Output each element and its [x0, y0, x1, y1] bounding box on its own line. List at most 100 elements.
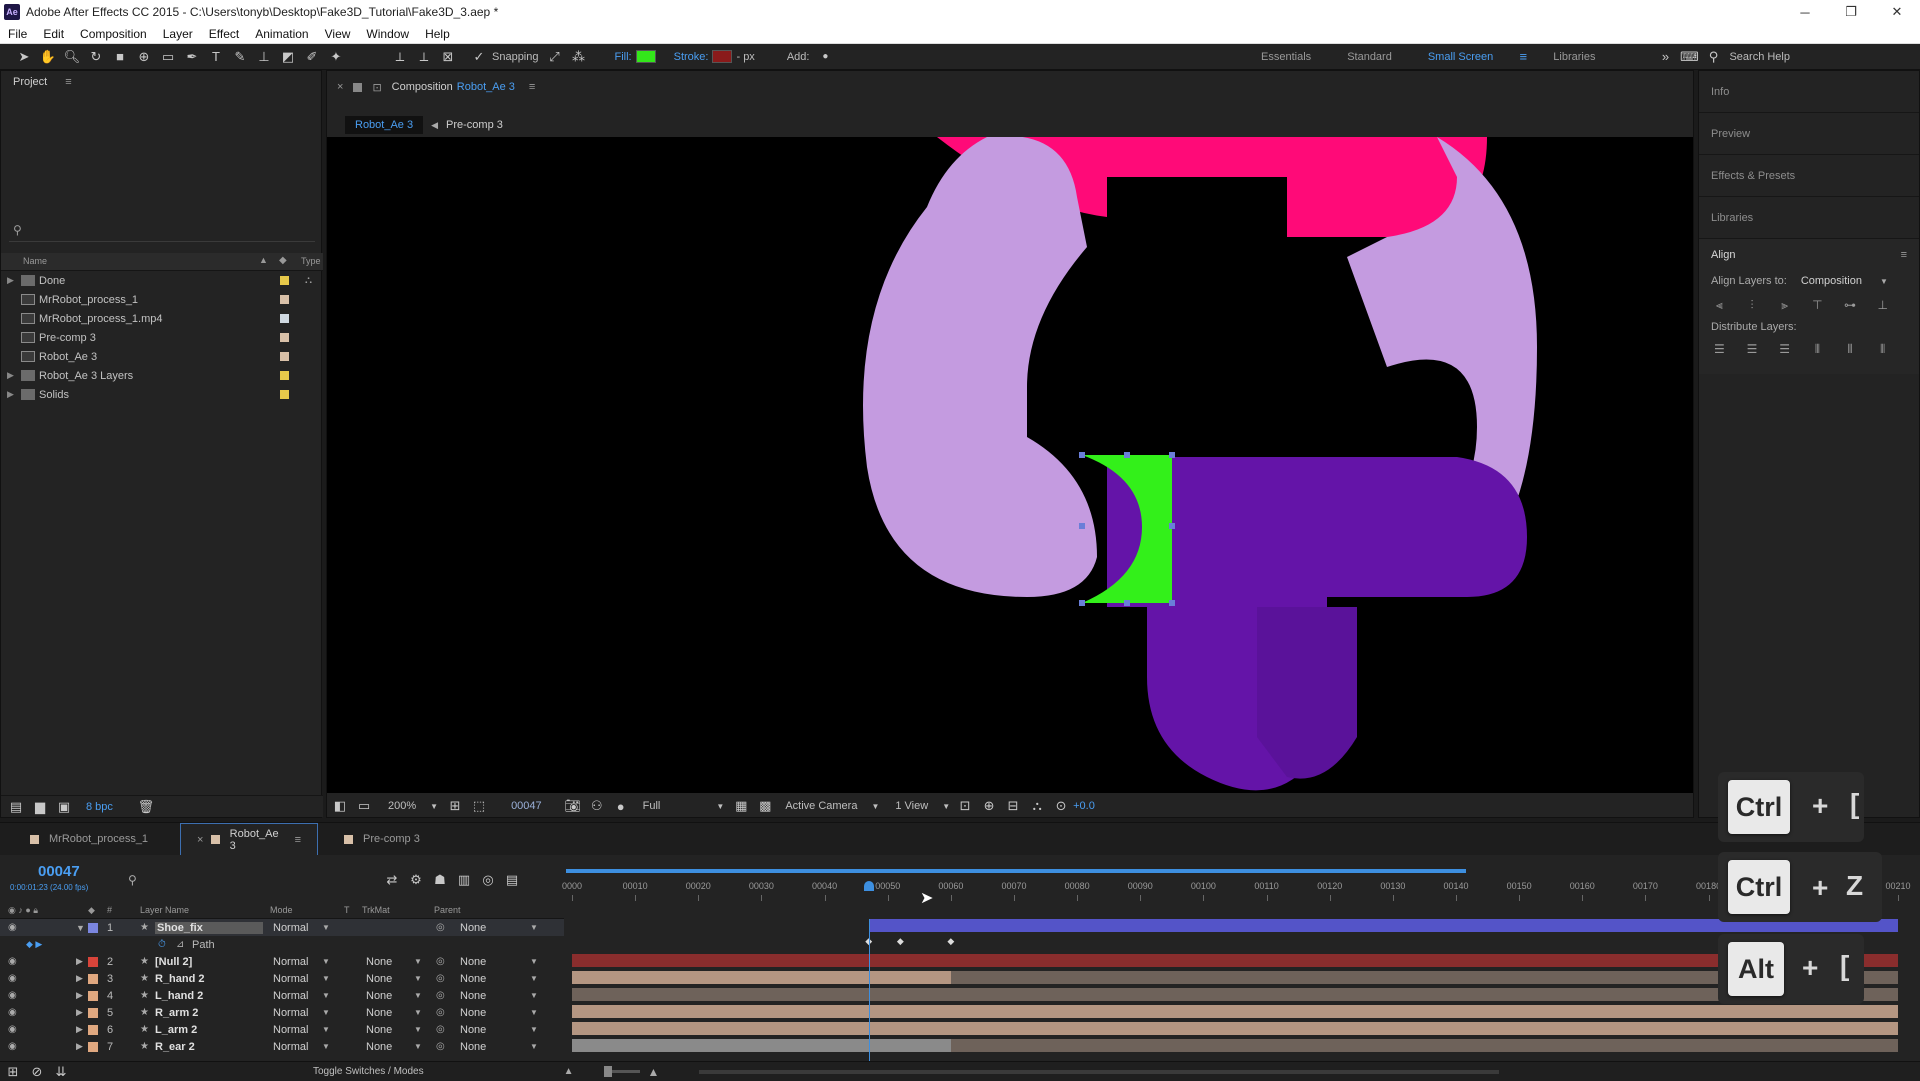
visibility-eye-icon[interactable]: ◉ — [8, 1007, 17, 1018]
panel-menu-icon[interactable]: ≡ — [295, 834, 301, 846]
menu-view[interactable]: View — [317, 27, 359, 41]
comp-mini-flowchart-icon[interactable]: ⇄ — [383, 871, 401, 889]
dropdown-arrow-icon[interactable]: ▼ — [530, 1042, 538, 1051]
pan-behind-tool-icon[interactable]: ⊕ — [135, 48, 153, 66]
bit-depth-button[interactable]: 8 bpc — [86, 801, 113, 813]
layer-expand-arrow-icon[interactable]: ▶ — [76, 1024, 83, 1035]
label-color-chip[interactable] — [280, 371, 289, 380]
distribute-horizontal-center-icon[interactable]: ⦀ — [1842, 341, 1859, 357]
layer-expand-arrow-icon[interactable]: ▶ — [76, 990, 83, 1001]
layer-row[interactable]: ◉ ▶ 7 ★ R_ear 2 Normal ▼ None ▼ ◎ None ▼ — [0, 1038, 564, 1055]
label-color-chip[interactable] — [280, 390, 289, 399]
dropdown-arrow-icon[interactable]: ▼ — [530, 974, 538, 983]
visibility-eye-icon[interactable]: ◉ — [8, 1024, 17, 1035]
track-matte-dropdown[interactable]: None — [366, 1024, 392, 1036]
comp-flowchart-icon[interactable]: ⛬ — [1028, 797, 1046, 815]
axis-view-icon[interactable]: ⊠ — [439, 48, 457, 66]
fit-icon[interactable]: ⊞ — [446, 797, 464, 815]
workspace-essentials[interactable]: Essentials — [1243, 51, 1329, 63]
layer-name[interactable]: Shoe_fix — [155, 921, 263, 934]
sync-settings-icon[interactable]: ⌨ — [1680, 48, 1699, 66]
label-color-chip[interactable] — [280, 314, 289, 323]
zoom-tool-icon[interactable]: 🔍︎ — [63, 48, 81, 66]
timeline-tab-mrrobot[interactable]: MrRobot_process_1 — [0, 823, 180, 855]
info-panel-tab[interactable]: Info — [1699, 71, 1919, 113]
track-matte-dropdown[interactable]: None — [366, 956, 392, 968]
keyframe-diamond-icon[interactable]: ◆ — [897, 936, 904, 947]
layer-name-column-label[interactable]: Layer Name — [140, 905, 189, 915]
parent-dropdown[interactable]: None — [460, 1024, 486, 1036]
fast-preview-icon[interactable]: ▦ — [732, 797, 750, 815]
stroke-label[interactable]: Stroke: — [674, 51, 709, 63]
menu-edit[interactable]: Edit — [35, 27, 72, 41]
rotate-tool-icon[interactable]: ↻ — [87, 48, 105, 66]
type-tool-icon[interactable]: T — [207, 48, 225, 66]
layer-row[interactable]: ◉ ▶ 4 ★ L_hand 2 Normal ▼ None ▼ ◎ None ▼ — [0, 987, 564, 1004]
layer-switches-icon[interactable]: ⊞ — [4, 1063, 22, 1081]
layer-label-chip[interactable] — [88, 1024, 98, 1035]
align-right-icon[interactable]: ⫸ — [1776, 297, 1793, 313]
dropdown-arrow-icon[interactable]: ▼ — [530, 1025, 538, 1034]
resolution-value[interactable]: Full — [643, 800, 661, 812]
layer-label-chip[interactable] — [88, 1007, 98, 1018]
name-column-label[interactable]: Name — [23, 256, 47, 266]
roi-icon[interactable]: ⬚ — [470, 797, 488, 815]
blend-mode-dropdown[interactable]: Normal — [273, 1007, 308, 1019]
panel-menu-icon[interactable]: ≡ — [65, 76, 71, 88]
project-search-icon[interactable]: ⚲ — [13, 223, 22, 237]
composition-viewer[interactable] — [327, 137, 1693, 793]
menu-layer[interactable]: Layer — [155, 27, 201, 41]
libraries-panel-tab[interactable]: Libraries — [1699, 197, 1919, 239]
graph-editor-icon[interactable]: ▤ — [503, 871, 521, 889]
dropdown-arrow-icon[interactable]: ▼ — [322, 957, 330, 966]
exposure-reset-icon[interactable]: ⊙ — [1052, 797, 1070, 815]
delete-trash-icon[interactable]: 🗑︎ — [137, 798, 155, 816]
magnification-value[interactable]: 200% — [388, 800, 416, 812]
distribute-bottom-icon[interactable]: ☰ — [1776, 341, 1793, 357]
blend-mode-dropdown[interactable]: Normal — [273, 990, 308, 1002]
layer-expand-arrow-icon[interactable]: ▶ — [76, 1041, 83, 1052]
dropdown-arrow-icon[interactable]: ▼ — [530, 923, 538, 932]
align-bottom-icon[interactable]: ⊥ — [1874, 297, 1891, 313]
workspace-menu-icon[interactable]: ≡ — [1514, 48, 1532, 66]
menu-file[interactable]: File — [0, 27, 35, 41]
camera-value[interactable]: Active Camera — [785, 800, 857, 812]
layer-label-chip[interactable] — [88, 922, 98, 933]
pick-whip-icon[interactable]: ◎ — [436, 956, 445, 967]
dropdown-arrow-icon[interactable]: ▼ — [530, 1008, 538, 1017]
stopwatch-icon[interactable]: ⏱︎ — [158, 939, 166, 950]
parent-dropdown[interactable]: None — [460, 1041, 486, 1053]
close-window-button[interactable]: ✕ — [1874, 0, 1920, 24]
layer-row[interactable]: ◉ ▼ 1 ★ Shoe_fix Normal ▼ ◎ None ▼ — [0, 919, 564, 936]
blend-mode-dropdown[interactable]: Normal — [273, 1024, 308, 1036]
menu-help[interactable]: Help — [417, 27, 458, 41]
stroke-color-swatch[interactable] — [712, 50, 733, 63]
always-preview-icon[interactable]: ◧ — [331, 797, 349, 815]
layer-duration-bar[interactable] — [572, 988, 1898, 1001]
blend-mode-dropdown[interactable]: Normal — [273, 922, 308, 934]
dropdown-arrow-icon[interactable]: ▼ — [414, 1042, 422, 1051]
resolution-dropdown-icon[interactable]: ▼ — [716, 802, 724, 811]
eraser-tool-icon[interactable]: ◩ — [279, 48, 297, 66]
distribute-top-icon[interactable]: ☰ — [1711, 341, 1728, 357]
project-item[interactable]: ▶ Done ⛬ — [1, 271, 323, 290]
pick-whip-icon[interactable]: ◎ — [436, 922, 445, 933]
layer-name[interactable]: L_hand 2 — [155, 990, 203, 1002]
keyframe-nav-icon[interactable]: ◆ ▶ — [26, 939, 42, 950]
minimize-button[interactable]: ─ — [1782, 0, 1828, 24]
project-item[interactable]: Robot_Ae 3 — [1, 347, 323, 366]
project-item[interactable]: Pre-comp 3 — [1, 328, 323, 347]
graph-icon[interactable]: ⊿ — [176, 939, 184, 950]
snapping-checkbox-icon[interactable]: ✓ — [473, 48, 485, 66]
timeline-search-icon[interactable]: ⚲ — [128, 873, 137, 887]
visibility-eye-icon[interactable]: ◉ — [8, 990, 17, 1001]
layer-row[interactable]: ◉ ▶ 3 ★ R_hand 2 Normal ▼ None ▼ ◎ None ▼ — [0, 970, 564, 987]
pick-whip-icon[interactable]: ◎ — [436, 1007, 445, 1018]
project-item[interactable]: ▶ Robot_Ae 3 Layers — [1, 366, 323, 385]
parent-dropdown[interactable]: None — [460, 1007, 486, 1019]
keyframe-diamond-icon[interactable]: ◆ — [947, 936, 954, 947]
views-value[interactable]: 1 View — [895, 800, 928, 812]
flowchart-icon[interactable]: ⊟ — [1004, 797, 1022, 815]
fill-color-swatch[interactable] — [635, 50, 656, 63]
dropdown-arrow-icon[interactable]: ▼ — [414, 1025, 422, 1034]
